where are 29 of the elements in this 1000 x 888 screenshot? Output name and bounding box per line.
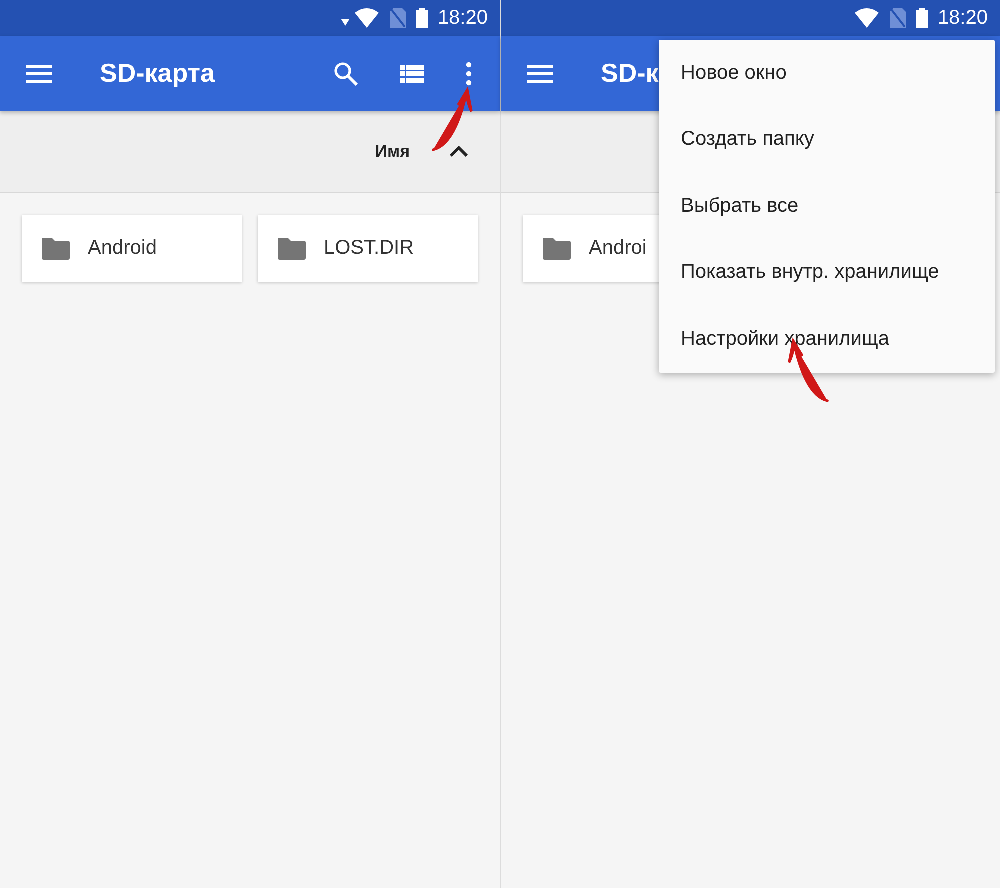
folder-icon <box>278 238 306 260</box>
status-time: 18:20 <box>438 6 488 30</box>
no-sim-icon <box>890 8 906 28</box>
data-activity-icon <box>340 18 350 26</box>
app-title: SD-к <box>601 58 659 89</box>
folder-icon <box>543 238 571 260</box>
folder-card[interactable]: LOST.DIR <box>258 215 478 282</box>
app-title: SD-карта <box>100 58 215 89</box>
folder-card[interactable]: Android <box>22 215 242 282</box>
folder-name: Android <box>88 237 157 260</box>
folder-name: LOST.DIR <box>324 237 414 260</box>
menu-item[interactable]: Новое окно <box>659 40 995 106</box>
no-sim-icon <box>390 8 406 28</box>
menu-icon[interactable] <box>26 64 52 82</box>
list-view-icon[interactable] <box>400 64 424 82</box>
menu-item[interactable]: Создать папку <box>659 106 995 173</box>
folder-name: Androi <box>589 237 647 260</box>
battery-icon <box>916 8 928 28</box>
wifi-icon <box>354 8 380 28</box>
sort-label[interactable]: Имя <box>375 142 410 162</box>
status-time: 18:20 <box>938 6 988 30</box>
search-icon[interactable] <box>334 62 358 86</box>
more-options-icon[interactable] <box>466 62 472 86</box>
menu-item[interactable]: Настройки хранилища <box>659 306 995 372</box>
battery-icon <box>416 8 428 28</box>
folder-icon <box>42 238 70 260</box>
wifi-icon <box>854 8 880 28</box>
sort-ascending-icon[interactable] <box>450 146 468 157</box>
menu-icon[interactable] <box>527 64 553 82</box>
